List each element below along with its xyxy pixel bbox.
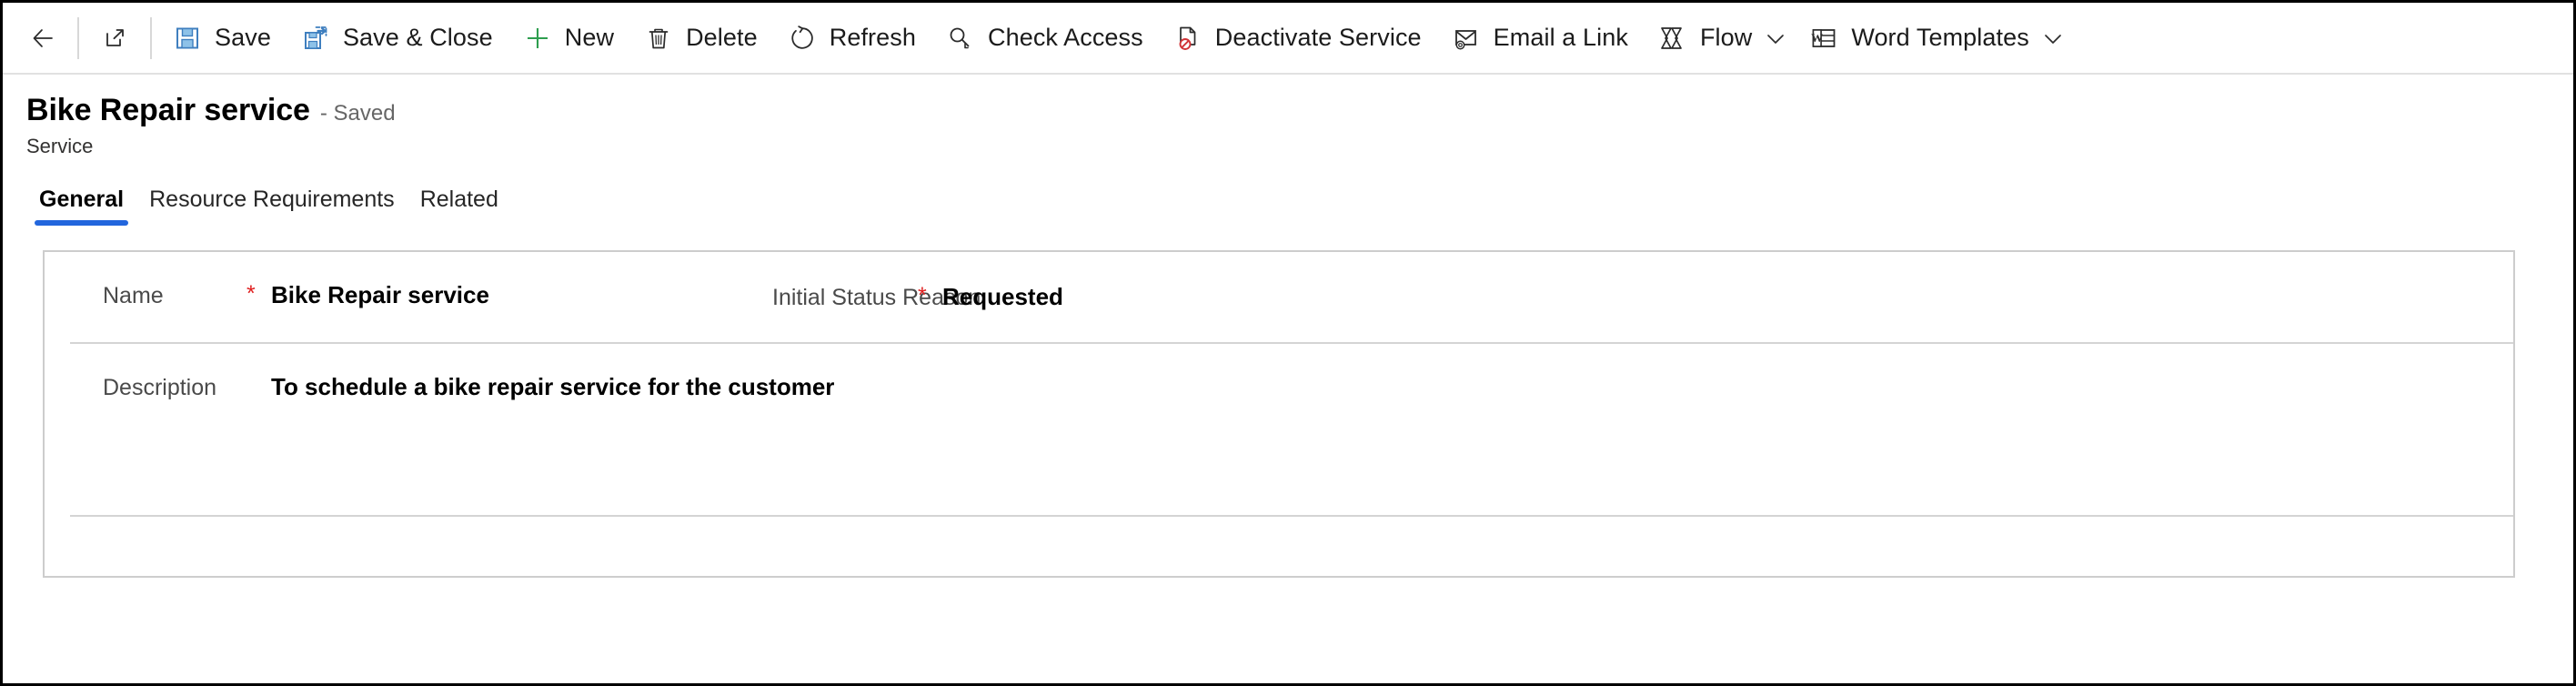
save-button[interactable]: Save	[157, 11, 286, 66]
email-a-link-button[interactable]: Email a Link	[1436, 11, 1643, 66]
toolbar-separator-1	[77, 16, 79, 59]
back-button[interactable]	[15, 11, 72, 66]
page-title: Bike Repair service	[26, 93, 310, 127]
command-bar: Save Save & Close New Delete Refresh Che…	[3, 3, 2573, 75]
save-and-close-button[interactable]: Save & Close	[286, 11, 508, 66]
tab-resource-requirements[interactable]: Resource Requirements	[136, 187, 408, 226]
check-access-button[interactable]: Check Access	[931, 11, 1158, 66]
save-and-close-icon	[300, 23, 331, 54]
refresh-label: Refresh	[829, 24, 916, 51]
initial-status-reason-required-marker: *	[918, 283, 927, 308]
deactivate-icon	[1172, 23, 1203, 54]
word-templates-chevron-down-icon[interactable]	[2035, 11, 2071, 66]
name-field-label-wrap: Name	[103, 252, 164, 309]
name-value[interactable]: Bike Repair service	[271, 252, 489, 309]
description-label: Description	[103, 375, 217, 400]
tab-general-label: General	[39, 187, 125, 212]
initial-status-reason-value[interactable]: Requested	[942, 254, 1063, 311]
delete-label: Delete	[686, 24, 758, 51]
word-template-icon: W	[1808, 23, 1839, 54]
back-arrow-icon	[28, 23, 59, 54]
save-icon	[172, 23, 203, 54]
form-tab-list: General Resource Requirements Related	[3, 178, 2573, 226]
deactivate-service-label: Deactivate Service	[1214, 24, 1422, 51]
tab-general[interactable]: General	[26, 187, 136, 226]
form-row-description: Description To schedule a bike repair se…	[45, 344, 2513, 517]
name-label: Name	[103, 283, 164, 308]
flow-chevron-down-icon[interactable]	[1757, 11, 1794, 66]
flow-label: Flow	[1699, 24, 1753, 51]
description-label-wrap: Description	[103, 344, 216, 401]
new-button[interactable]: New	[508, 11, 629, 66]
check-access-label: Check Access	[987, 24, 1143, 51]
refresh-button[interactable]: Refresh	[772, 11, 931, 66]
entity-name: Service	[26, 135, 94, 157]
title-row: Bike Repair service - Saved	[26, 93, 2573, 128]
form-row-name: Name * Bike Repair service Initial Statu…	[45, 252, 2513, 344]
delete-button[interactable]: Delete	[629, 11, 772, 66]
service-form-window: Save Save & Close New Delete Refresh Che…	[0, 0, 2576, 686]
deactivate-service-button[interactable]: Deactivate Service	[1158, 11, 1436, 66]
tab-related-label: Related	[419, 187, 498, 212]
general-tab-panel: Name * Bike Repair service Initial Statu…	[43, 250, 2515, 578]
form-row-empty	[45, 517, 2513, 574]
flow-button[interactable]: Flow	[1643, 11, 1757, 66]
email-a-link-label: Email a Link	[1493, 24, 1628, 51]
plus-icon	[522, 23, 553, 54]
description-value[interactable]: To schedule a bike repair service for th…	[271, 344, 834, 401]
tab-resource-requirements-label: Resource Requirements	[149, 187, 395, 212]
trash-icon	[643, 23, 674, 54]
word-templates-label: Word Templates	[1851, 24, 2029, 51]
new-label: New	[564, 24, 615, 51]
word-templates-button[interactable]: W Word Templates	[1794, 11, 2035, 66]
record-header: Bike Repair service - Saved Service	[3, 75, 2573, 158]
tab-related[interactable]: Related	[408, 187, 511, 226]
saved-status: - Saved	[319, 101, 396, 126]
save-label: Save	[215, 24, 271, 51]
email-link-icon	[1451, 23, 1482, 54]
popout-icon	[99, 23, 130, 54]
svg-text:W: W	[1811, 31, 1823, 45]
flow-icon	[1657, 23, 1688, 54]
toolbar-separator-2	[150, 16, 152, 59]
check-access-key-icon	[945, 23, 976, 54]
refresh-icon	[787, 23, 818, 54]
name-required-marker: *	[247, 281, 256, 307]
save-and-close-label: Save & Close	[342, 24, 493, 51]
popout-button[interactable]	[85, 11, 145, 66]
